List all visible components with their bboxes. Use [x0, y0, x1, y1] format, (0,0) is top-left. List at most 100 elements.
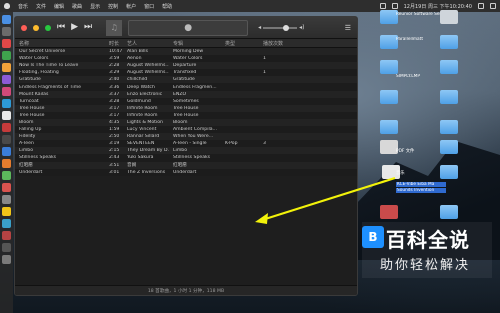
app-icon[interactable]: [2, 75, 11, 84]
menu-item-file[interactable]: 文件: [36, 3, 46, 10]
desktop-folder-icon[interactable]: [440, 140, 458, 154]
menu-item-help[interactable]: 帮助: [162, 3, 172, 10]
menu-item-view[interactable]: 显示: [90, 3, 100, 10]
table-row[interactable]: A-Teen 3:19 SEVENTEEN A-Teen - Single K-Pop 3: [15, 140, 357, 148]
table-row[interactable]: Tree House 3:17 Infinite Room Tree House: [15, 104, 357, 112]
menu-item-account[interactable]: 帐户: [126, 3, 136, 10]
table-row[interactable]: Limbo 2:15 They Dream By D... Limbo: [15, 147, 357, 155]
app-icon[interactable]: [2, 207, 11, 216]
track-album: Tree House: [173, 112, 199, 118]
track-name: Turncoat: [19, 98, 39, 104]
desktop-folder-icon[interactable]: [440, 120, 458, 134]
app-icon[interactable]: [2, 123, 11, 132]
table-row[interactable]: Floating, Floating 3:29 August Wilhelms...…: [15, 69, 357, 77]
desktop-folder-icon[interactable]: [380, 120, 398, 134]
menu-item-edit[interactable]: 编辑: [54, 3, 64, 10]
desktop-file-label-selected[interactable]: Sounds Invention: [396, 188, 446, 193]
launchpad-icon[interactable]: [2, 27, 11, 36]
track-time: 4:35: [109, 119, 120, 125]
list-view-icon[interactable]: ☰: [345, 24, 351, 32]
table-row[interactable]: Underdart 3:01 The Z Inversions Underdart: [15, 168, 357, 176]
column-time[interactable]: 时长: [105, 40, 123, 47]
column-genre[interactable]: 类型: [221, 40, 259, 47]
menu-item-song[interactable]: 歌曲: [72, 3, 82, 10]
desktop-file-icon[interactable]: [440, 10, 458, 24]
desktop-folder-icon[interactable]: [440, 165, 458, 179]
finder-icon[interactable]: [2, 15, 11, 24]
previous-track-icon[interactable]: ⏮: [57, 23, 65, 32]
app-icon[interactable]: [2, 39, 11, 48]
column-plays[interactable]: 播放次数: [259, 40, 295, 47]
track-time: 2:50: [109, 134, 120, 140]
volume-knob[interactable]: [283, 24, 290, 31]
table-row[interactable]: Falling Up 1:59 Lucy Vincent Ambient Compil…: [15, 126, 357, 134]
search-icon[interactable]: [478, 3, 484, 9]
desktop-folder-icon[interactable]: [440, 90, 458, 104]
track-artist: The Z Inversions: [127, 169, 166, 175]
app-icon[interactable]: [2, 231, 11, 240]
track-time: 2:40: [109, 77, 120, 83]
wifi-icon[interactable]: [379, 3, 386, 9]
app-icon[interactable]: [2, 219, 11, 228]
table-row[interactable]: Turncoat 3:28 Goldmund Sometimes: [15, 97, 357, 105]
track-plays: 3: [263, 141, 266, 147]
table-row[interactable]: 红昭愿 3:51 音阙 红昭愿: [15, 161, 357, 169]
track-album: Tree House: [173, 105, 199, 111]
table-row[interactable]: Gratitude 2:40 chillchild Gratitude: [15, 76, 357, 84]
next-track-icon[interactable]: ⏭: [84, 23, 92, 32]
table-row[interactable]: Stillness Speaks 2:43 Yuki Sakura Stillness…: [15, 154, 357, 162]
table-row[interactable]: Fidelity 2:50 Rannar Sillard When You Were.…: [15, 133, 357, 141]
volume-slider[interactable]: ◂ ◂): [258, 24, 304, 31]
track-time: 2:15: [109, 148, 120, 154]
desktop-folder-icon[interactable]: [380, 90, 398, 104]
app-icon[interactable]: [2, 195, 11, 204]
desktop-file-label-selected[interactable]: KCE-Vibe Eiba Ma: [396, 182, 446, 187]
battery-icon[interactable]: [391, 3, 398, 9]
play-icon[interactable]: ▶: [71, 23, 78, 32]
app-icon[interactable]: [2, 243, 11, 252]
desktop-folder-icon[interactable]: [440, 60, 458, 74]
app-icon[interactable]: [2, 111, 11, 120]
close-window-button[interactable]: [21, 24, 27, 31]
app-icon[interactable]: [2, 63, 11, 72]
track-album: Water Colors: [173, 56, 203, 62]
menu-item-music[interactable]: 音乐: [18, 3, 28, 10]
table-row[interactable]: Water Colors 3:59 Aenon Water Colors 1: [15, 55, 357, 63]
app-icon[interactable]: [2, 87, 11, 96]
column-album[interactable]: 专辑: [169, 40, 221, 47]
track-name: Water Colors: [19, 56, 49, 62]
app-icon[interactable]: [2, 147, 11, 156]
desktop-folder-icon[interactable]: [380, 60, 398, 74]
table-row[interactable]: Endless Fragments of Time 3:36 Deep Watch E…: [15, 83, 357, 91]
app-icon[interactable]: [2, 99, 11, 108]
track-artist: Alan Bills: [127, 49, 148, 55]
notification-center-icon[interactable]: [490, 3, 496, 9]
app-icon[interactable]: [2, 51, 11, 60]
app-icon[interactable]: [2, 135, 11, 144]
track-time: 3:37: [109, 91, 120, 97]
apple-menu-icon[interactable]: [4, 3, 10, 9]
now-playing-display[interactable]: ●: [128, 19, 249, 36]
zoom-window-button[interactable]: [45, 24, 51, 31]
app-icon[interactable]: [2, 183, 11, 192]
desktop-folder-icon[interactable]: [440, 205, 458, 219]
table-row[interactable]: Our Secret Universe 10:47 Alan Bills Mornin…: [15, 48, 357, 56]
table-row[interactable]: Now Is The Time To Leave 2:28 August Wilhe…: [15, 62, 357, 70]
column-artist[interactable]: 艺人: [123, 40, 169, 47]
trash-icon[interactable]: [2, 255, 11, 264]
table-row[interactable]: Tree House 3:17 Infinite Room Tree House: [15, 111, 357, 119]
menu-item-window[interactable]: 窗口: [144, 3, 154, 10]
desktop-folder-icon[interactable]: [440, 35, 458, 49]
menubar-clock[interactable]: 12月19日 周三 下午10:20:40: [404, 3, 472, 10]
track-artist: 音阙: [127, 163, 137, 169]
table-row[interactable]: Mount Kailas 3:37 Enzo Electronic ENZO: [15, 90, 357, 98]
app-icon[interactable]: [2, 171, 11, 180]
menu-item-controls[interactable]: 控制: [108, 3, 118, 10]
column-name[interactable]: 名称: [15, 40, 105, 47]
app-icon[interactable]: [2, 159, 11, 168]
desktop-file-icon[interactable]: [380, 205, 398, 219]
table-row[interactable]: Bloom 4:35 Lights & Motion Bloom: [15, 118, 357, 127]
track-artist: They Dream By D...: [127, 148, 169, 154]
desktop-file-label: 音乐: [396, 171, 405, 176]
minimize-window-button[interactable]: [33, 24, 39, 31]
